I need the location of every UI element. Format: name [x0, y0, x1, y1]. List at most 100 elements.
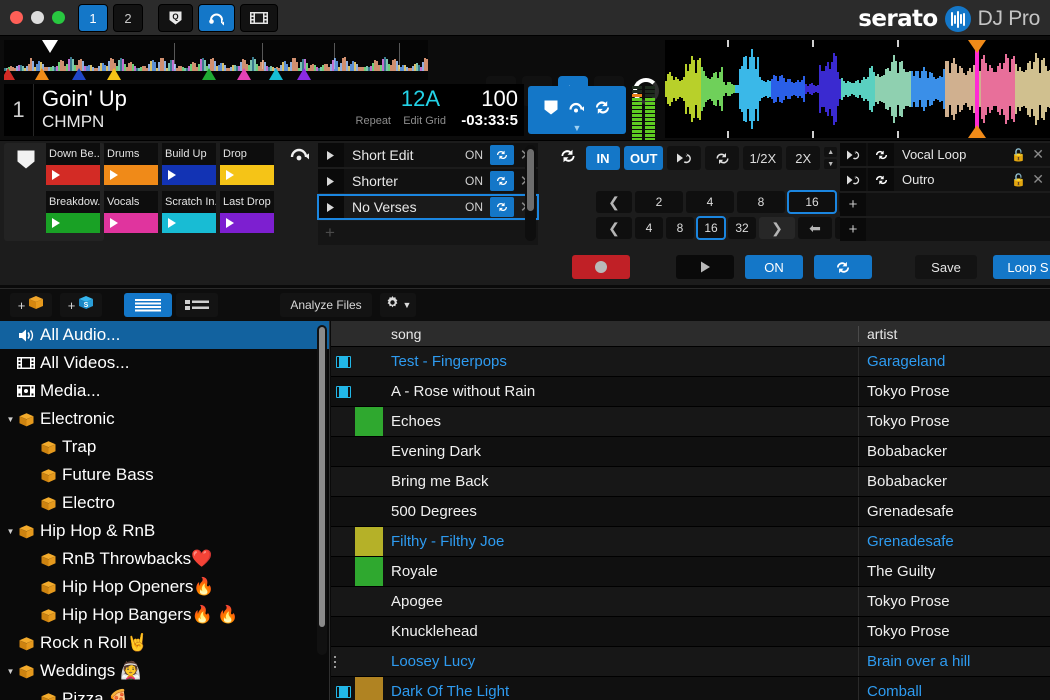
lock-icon[interactable]: 🔓	[1011, 148, 1032, 162]
loop-name[interactable]: Shorter	[344, 173, 458, 189]
close-icon[interactable]: ✕	[1032, 171, 1050, 188]
loop-halve-button[interactable]: 1/2X	[743, 146, 782, 170]
table-row[interactable]: Evening DarkBobabacker	[331, 437, 1050, 467]
cue-point-trigger[interactable]	[162, 213, 216, 233]
track-song-cell[interactable]: A - Rose without Rain	[383, 383, 858, 400]
loop-in-button[interactable]: IN	[586, 146, 620, 170]
cue-point-trigger[interactable]	[46, 213, 100, 233]
track-list[interactable]: song artist Test - FingerpopsGaragelandA…	[331, 321, 1050, 700]
cue-point-label[interactable]: Build Up	[162, 143, 216, 165]
sidebar-item-13[interactable]: Pizza 🍕	[0, 685, 329, 700]
reloop-icon[interactable]	[840, 143, 866, 166]
loop-icon[interactable]	[490, 145, 514, 165]
add-saved-loop-row[interactable]: +	[840, 218, 1050, 241]
track-artist-cell[interactable]: Brain over a hill	[858, 647, 1050, 676]
track-song-cell[interactable]: Test - Fingerpops	[383, 353, 858, 370]
plus-icon[interactable]: +	[318, 223, 335, 243]
sidebar-item-8[interactable]: RnB Throwbacks❤️	[0, 545, 329, 573]
track-song-cell[interactable]: Apogee	[383, 593, 858, 610]
table-row[interactable]: 500 DegreesGrenadesafe	[331, 497, 1050, 527]
cue-point-trigger[interactable]	[104, 213, 158, 233]
video-panel-button[interactable]	[240, 4, 278, 32]
shield-cue-icon[interactable]	[543, 99, 559, 121]
track-color-swatch[interactable]	[355, 437, 383, 466]
track-song-cell[interactable]: Dark Of The Light	[383, 683, 858, 700]
beat-length-8[interactable]: 8	[737, 191, 785, 213]
loop-on-label[interactable]: ON	[458, 174, 490, 188]
cue-point-label[interactable]: Vocals	[104, 191, 158, 213]
add-crate-button[interactable]: +	[10, 293, 52, 317]
close-window-button[interactable]	[10, 11, 23, 24]
loop-icon[interactable]	[868, 143, 894, 166]
view-detail-button[interactable]	[176, 293, 218, 317]
track-artist-cell[interactable]: Tokyo Prose	[858, 587, 1050, 616]
cue-point-4[interactable]: Drop	[220, 143, 274, 185]
table-row[interactable]: RoyaleThe Guilty	[331, 557, 1050, 587]
beatjump-next-button[interactable]: ❯	[759, 217, 795, 239]
cue-point-3[interactable]: Build Up	[162, 143, 216, 185]
maximize-window-button[interactable]	[52, 11, 65, 24]
loop-double-button[interactable]: 2X	[786, 146, 820, 170]
cue-point-label[interactable]: Drums	[104, 143, 158, 165]
sync-loop-icon[interactable]	[593, 99, 612, 121]
sidebar-item-6[interactable]: Electro	[0, 489, 329, 517]
beat-length-16[interactable]: 16	[788, 191, 836, 213]
track-color-swatch[interactable]	[355, 467, 383, 496]
chevron-down-icon[interactable]: ▼	[528, 124, 626, 133]
track-color-swatch[interactable]	[355, 587, 383, 616]
headphone-cue-icon[interactable]	[567, 99, 585, 121]
play-icon[interactable]	[318, 169, 344, 193]
view-list-button[interactable]	[124, 293, 172, 317]
cue-point-7[interactable]: Scratch In...	[162, 191, 216, 233]
track-color-swatch[interactable]	[355, 647, 383, 676]
track-artist-cell[interactable]: Comball	[858, 677, 1050, 700]
track-artist-cell[interactable]: Garageland	[858, 347, 1050, 376]
cue-point-8[interactable]: Last Drop	[220, 191, 274, 233]
beat-prev-button[interactable]: ❮	[596, 191, 632, 213]
loop-icon[interactable]	[558, 147, 578, 170]
cue-point-trigger[interactable]	[162, 165, 216, 185]
sidebar-scrollbar[interactable]	[317, 325, 327, 655]
table-row[interactable]: Filthy - Filthy JoeGrenadesafe	[331, 527, 1050, 557]
track-color-swatch[interactable]	[355, 557, 383, 586]
loop-on-label[interactable]: ON	[458, 200, 490, 214]
track-artist-cell[interactable]: Grenadesafe	[858, 527, 1050, 556]
cue-point-trigger[interactable]	[220, 165, 274, 185]
cue-point-trigger[interactable]	[104, 165, 158, 185]
headphone-cue-icon[interactable]	[288, 145, 310, 170]
loop-size-stepper[interactable]: ▲▼	[824, 147, 837, 169]
plus-icon[interactable]: +	[840, 193, 866, 216]
record-button[interactable]	[572, 255, 630, 279]
cue-point-5[interactable]: Breakdow...	[46, 191, 100, 233]
track-song-cell[interactable]: Loosey Lucy	[383, 653, 858, 670]
add-saved-loop-row[interactable]: +	[840, 193, 1050, 216]
table-row[interactable]: Dark Of The LightComball	[331, 677, 1050, 700]
beatjump-4[interactable]: 4	[635, 217, 663, 239]
table-row[interactable]: Test - FingerpopsGarageland	[331, 347, 1050, 377]
save-button[interactable]: Save	[915, 255, 977, 279]
drag-handle-icon[interactable]	[334, 656, 336, 668]
deck-1-button[interactable]: 1	[78, 4, 108, 32]
cue-point-label[interactable]: Last Drop	[220, 191, 274, 213]
track-artist-cell[interactable]: Tokyo Prose	[858, 617, 1050, 646]
sampler-play-button[interactable]	[676, 255, 734, 279]
cue-point-label[interactable]: Scratch In...	[162, 191, 216, 213]
minimize-window-button[interactable]	[31, 11, 44, 24]
track-song-cell[interactable]: Filthy - Filthy Joe	[383, 533, 858, 550]
track-song-cell[interactable]: Bring me Back	[383, 473, 858, 490]
track-artist-cell[interactable]: Bobabacker	[858, 437, 1050, 466]
loop-out-button[interactable]: OUT	[624, 146, 663, 170]
settings-dropdown-button[interactable]: ▼	[380, 293, 416, 317]
table-row[interactable]: KnuckleheadTokyo Prose	[331, 617, 1050, 647]
sidebar-item-10[interactable]: Hip Hop Bangers🔥 🔥	[0, 601, 329, 629]
track-song-cell[interactable]: 500 Degrees	[383, 503, 858, 520]
saved-loop-row[interactable]: Vocal Loop🔓✕	[840, 143, 1050, 166]
track-song-cell[interactable]: Evening Dark	[383, 443, 858, 460]
beat-length-2[interactable]: 2	[635, 191, 683, 213]
track-color-swatch[interactable]	[355, 677, 383, 700]
column-header-artist[interactable]: artist	[858, 326, 1050, 342]
beatjump-16[interactable]: 16	[697, 217, 725, 239]
sidebar-item-3[interactable]: ▼Electronic	[0, 405, 329, 433]
headphone-cue-button[interactable]	[198, 4, 235, 32]
column-header-song[interactable]: song	[383, 326, 858, 342]
